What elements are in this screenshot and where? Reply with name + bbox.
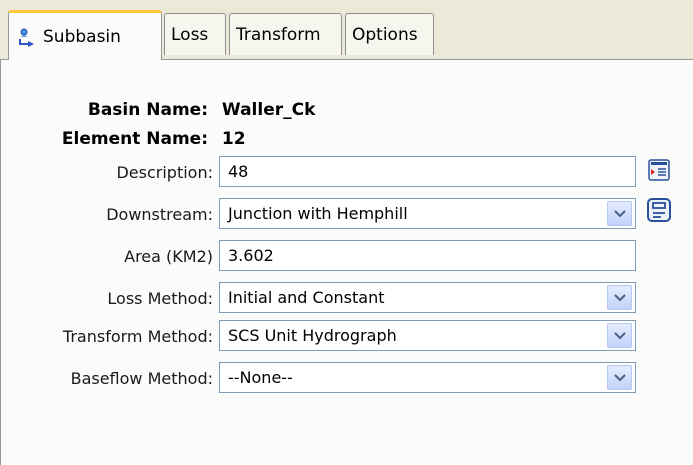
element-selector-icon <box>646 196 672 228</box>
chevron-down-icon[interactable] <box>607 323 632 348</box>
area-label: Area (KM2) <box>124 247 213 266</box>
chevron-down-icon[interactable] <box>607 201 632 226</box>
basin-name-value: Waller_Ck <box>221 100 316 120</box>
subbasin-icon <box>17 27 37 47</box>
chevron-down-icon[interactable] <box>607 365 632 390</box>
baseflow-method-label: Baseflow Method: <box>70 369 213 388</box>
description-field[interactable]: 48 <box>219 156 636 187</box>
baseflow-method-select[interactable]: --None-- <box>219 362 636 393</box>
transform-method-select[interactable]: SCS Unit Hydrograph <box>219 320 636 351</box>
chevron-down-icon[interactable] <box>607 285 632 310</box>
loss-method-label: Loss Method: <box>107 289 213 308</box>
description-value: 48 <box>228 162 249 181</box>
element-selector-button[interactable] <box>645 198 673 226</box>
baseflow-method-value: --None-- <box>228 368 293 387</box>
downstream-label: Downstream: <box>106 205 213 224</box>
loss-method-value: Initial and Constant <box>228 288 385 307</box>
basin-name-row: Basin Name: Waller_Ck <box>60 100 316 120</box>
element-name-value: 12 <box>221 129 246 149</box>
tab-label: Loss <box>171 24 209 45</box>
transform-method-label: Transform Method: <box>62 327 213 346</box>
description-editor-icon <box>647 158 671 186</box>
area-value: 3.602 <box>228 246 274 265</box>
tab-loss[interactable]: Loss <box>164 13 226 55</box>
tab-label: Transform <box>236 24 321 45</box>
description-label: Description: <box>116 163 213 182</box>
area-field[interactable]: 3.602 <box>219 240 636 271</box>
element-name-label: Element Name: <box>61 129 208 149</box>
downstream-select[interactable]: Junction with Hemphill <box>219 198 636 229</box>
tab-options[interactable]: Options <box>345 13 434 55</box>
tab-label: Options <box>352 24 418 45</box>
downstream-value: Junction with Hemphill <box>228 204 408 223</box>
basin-name-label: Basin Name: <box>87 100 208 120</box>
description-editor-button[interactable] <box>645 158 673 186</box>
element-name-row: Element Name: 12 <box>45 129 246 149</box>
tab-label: Subbasin <box>43 26 121 47</box>
tab-transform[interactable]: Transform <box>229 13 342 55</box>
loss-method-select[interactable]: Initial and Constant <box>219 282 636 313</box>
tab-subbasin[interactable]: Subbasin <box>8 10 162 60</box>
tab-strip: Subbasin Loss Transform Options <box>0 0 693 60</box>
transform-method-value: SCS Unit Hydrograph <box>228 326 397 345</box>
